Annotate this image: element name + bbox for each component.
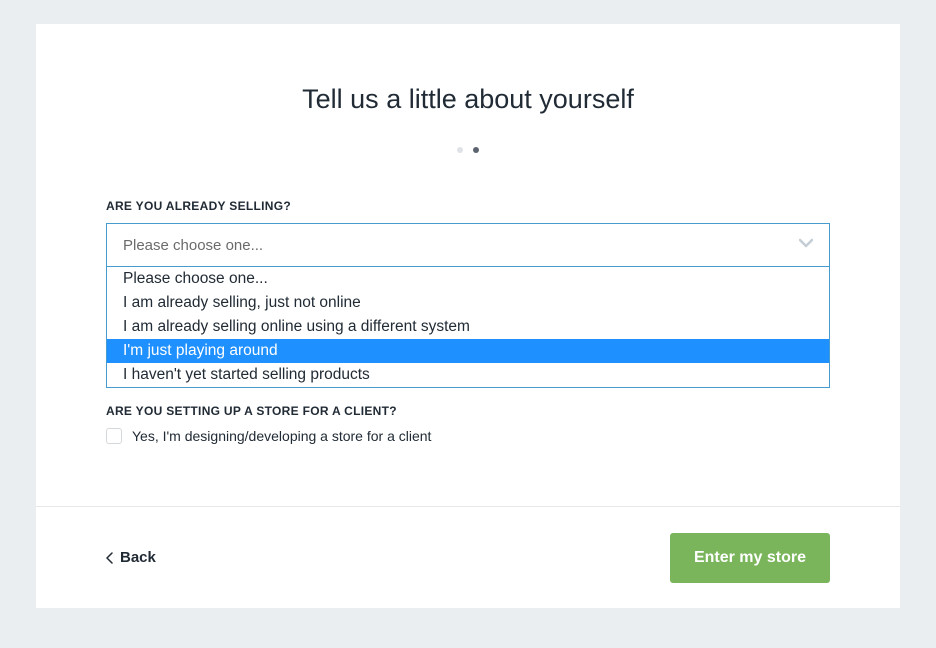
page-title: Tell us a little about yourself (106, 84, 830, 115)
client-checkbox-label: Yes, I'm designing/developing a store fo… (132, 428, 431, 444)
selling-select-value: Please choose one... (123, 237, 263, 254)
back-button[interactable]: Back (106, 549, 156, 566)
selling-select[interactable]: Please choose one... (106, 223, 830, 267)
selling-dropdown-list: Please choose one... I am already sellin… (106, 267, 830, 388)
client-checkbox[interactable] (106, 428, 122, 444)
step-dot-1 (457, 147, 463, 153)
chevron-down-icon (799, 238, 813, 252)
selling-option-4[interactable]: I haven't yet started selling products (107, 363, 829, 387)
step-dot-2 (473, 147, 479, 153)
selling-question-label: ARE YOU ALREADY SELLING? (106, 199, 830, 213)
client-question-label: ARE YOU SETTING UP A STORE FOR A CLIENT? (106, 404, 830, 418)
step-indicator (106, 147, 830, 153)
selling-question-group: ARE YOU ALREADY SELLING? Please choose o… (106, 199, 830, 388)
selling-option-1[interactable]: I am already selling, just not online (107, 291, 829, 315)
selling-option-0[interactable]: Please choose one... (107, 267, 829, 291)
chevron-left-icon (106, 552, 114, 564)
enter-store-button[interactable]: Enter my store (670, 533, 830, 583)
selling-option-2[interactable]: I am already selling online using a diff… (107, 315, 829, 339)
client-question-group: ARE YOU SETTING UP A STORE FOR A CLIENT?… (106, 404, 830, 444)
selling-option-3[interactable]: I'm just playing around (107, 339, 829, 363)
onboarding-card: Tell us a little about yourself ARE YOU … (36, 24, 900, 608)
back-button-label: Back (120, 549, 156, 566)
card-footer: Back Enter my store (36, 506, 900, 608)
